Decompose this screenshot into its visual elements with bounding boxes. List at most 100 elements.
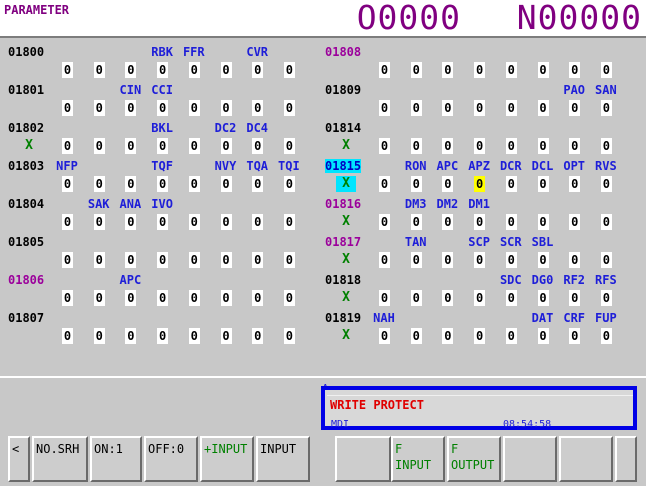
softkey-f-output[interactable]: F OUTPUT bbox=[447, 436, 501, 482]
bit-value[interactable]: 0 bbox=[157, 138, 169, 154]
param-number[interactable]: 01817 bbox=[325, 235, 361, 249]
bit-value[interactable]: 0 bbox=[157, 328, 169, 344]
bit-value[interactable]: 0 bbox=[537, 252, 549, 268]
bit-value[interactable]: 0 bbox=[125, 328, 137, 344]
bit-value[interactable]: 0 bbox=[252, 214, 264, 230]
bit-value[interactable]: 0 bbox=[379, 62, 390, 78]
bit-value[interactable]: 0 bbox=[442, 214, 454, 230]
bit-value[interactable]: 0 bbox=[283, 214, 295, 230]
bit-value[interactable]: 0 bbox=[252, 62, 264, 78]
bit-value[interactable]: 0 bbox=[283, 176, 295, 192]
bit-value[interactable]: 0 bbox=[537, 100, 549, 116]
bit-value[interactable]: 0 bbox=[188, 176, 200, 192]
bit-value[interactable]: 0 bbox=[600, 252, 612, 268]
bit-value[interactable]: 0 bbox=[220, 252, 232, 268]
bit-value[interactable]: 0 bbox=[537, 214, 549, 230]
bit-value[interactable]: 0 bbox=[442, 328, 454, 344]
bit-value[interactable]: 0 bbox=[125, 290, 137, 306]
bit-value[interactable]: 0 bbox=[410, 62, 422, 78]
bit-value[interactable]: 0 bbox=[474, 290, 486, 306]
bit-value[interactable]: 0 bbox=[537, 62, 549, 78]
bit-value[interactable]: 0 bbox=[252, 328, 264, 344]
bit-value[interactable]: 0 bbox=[505, 138, 517, 154]
bit-value[interactable]: 0 bbox=[600, 328, 612, 344]
bit-value[interactable]: 0 bbox=[569, 214, 581, 230]
bit-value[interactable]: 0 bbox=[569, 290, 581, 306]
bit-value[interactable]: 0 bbox=[379, 138, 390, 154]
bit-value[interactable]: 0 bbox=[62, 214, 73, 230]
bit-value[interactable]: 0 bbox=[379, 214, 390, 230]
bit-value[interactable]: 0 bbox=[474, 328, 486, 344]
bit-value[interactable]: 0 bbox=[283, 100, 295, 116]
bit-value[interactable]: 0 bbox=[157, 290, 169, 306]
bit-value[interactable]: 0 bbox=[410, 100, 422, 116]
bit-value[interactable]: 0 bbox=[93, 214, 105, 230]
bit-value[interactable]: 0 bbox=[442, 62, 454, 78]
bit-value[interactable]: 0 bbox=[220, 328, 232, 344]
bit-value[interactable]: 0 bbox=[125, 100, 137, 116]
softkey-next[interactable] bbox=[615, 436, 637, 482]
bit-value[interactable]: 0 bbox=[220, 100, 232, 116]
bit-value[interactable]: 0 bbox=[220, 62, 232, 78]
bit-value[interactable]: 0 bbox=[125, 176, 137, 192]
bit-value[interactable]: 0 bbox=[188, 252, 200, 268]
bit-value[interactable]: 0 bbox=[283, 138, 295, 154]
bit-value[interactable]: 0 bbox=[410, 214, 422, 230]
param-number[interactable]: 01800 bbox=[8, 45, 44, 59]
bit-value[interactable]: 0 bbox=[188, 62, 200, 78]
bit-value[interactable]: 0 bbox=[569, 62, 581, 78]
bit-value[interactable]: 0 bbox=[600, 138, 612, 154]
bit-value[interactable]: 0 bbox=[410, 176, 422, 192]
bit-value[interactable]: 0 bbox=[537, 176, 549, 192]
bit-value[interactable]: 0 bbox=[505, 328, 517, 344]
bit-value[interactable]: 0 bbox=[157, 176, 169, 192]
param-number[interactable]: 01805 bbox=[8, 235, 44, 249]
param-number[interactable]: 01808 bbox=[325, 45, 361, 59]
bit-value[interactable]: 0 bbox=[600, 214, 612, 230]
param-number[interactable]: 01803 bbox=[8, 159, 44, 173]
bit-value[interactable]: 0 bbox=[125, 62, 137, 78]
bit-value[interactable]: 0 bbox=[62, 62, 73, 78]
bit-value[interactable]: 0 bbox=[569, 252, 581, 268]
bit-value[interactable]: 0 bbox=[379, 176, 390, 192]
bit-value[interactable]: 0 bbox=[252, 252, 264, 268]
bit-value[interactable]: 0 bbox=[283, 62, 295, 78]
bit-value[interactable]: 0 bbox=[410, 138, 422, 154]
softkey-on1[interactable]: ON:1 bbox=[90, 436, 142, 482]
bit-value[interactable]: 0 bbox=[442, 176, 454, 192]
bit-value[interactable]: 0 bbox=[600, 290, 612, 306]
param-number[interactable]: 01819 bbox=[325, 311, 361, 325]
param-number[interactable]: 01806 bbox=[8, 273, 44, 287]
bit-value[interactable]: 0 bbox=[474, 62, 486, 78]
bit-value[interactable]: 0 bbox=[442, 252, 454, 268]
bit-value[interactable]: 0 bbox=[474, 214, 486, 230]
bit-value[interactable]: 0 bbox=[93, 176, 105, 192]
bit-value[interactable]: 0 bbox=[93, 328, 105, 344]
bit-value[interactable]: 0 bbox=[442, 100, 454, 116]
bit-value[interactable]: 0 bbox=[125, 138, 137, 154]
bit-value[interactable]: 0 bbox=[157, 100, 169, 116]
bit-value[interactable]: 0 bbox=[505, 62, 517, 78]
bit-value[interactable]: 0 bbox=[442, 290, 454, 306]
bit-value[interactable]: 0 bbox=[125, 214, 137, 230]
bit-value[interactable]: 0 bbox=[569, 100, 581, 116]
bit-value[interactable]: 0 bbox=[537, 290, 549, 306]
bit-value[interactable]: 0 bbox=[569, 138, 581, 154]
bit-value[interactable]: 0 bbox=[474, 100, 486, 116]
softkey-blank2[interactable] bbox=[503, 436, 557, 482]
bit-value[interactable]: 0 bbox=[62, 176, 73, 192]
bit-value[interactable]: 0 bbox=[188, 290, 200, 306]
bit-value[interactable]: 0 bbox=[252, 138, 264, 154]
bit-value[interactable]: 0 bbox=[252, 290, 264, 306]
bit-value[interactable]: 0 bbox=[125, 252, 137, 268]
bit-value[interactable]: 0 bbox=[220, 214, 232, 230]
softkey-input[interactable]: INPUT bbox=[256, 436, 310, 482]
bit-value[interactable]: 0 bbox=[474, 138, 486, 154]
softkey-blank3[interactable] bbox=[559, 436, 613, 482]
bit-value[interactable]: 0 bbox=[283, 328, 295, 344]
bit-value[interactable]: 0 bbox=[62, 100, 73, 116]
bit-value[interactable]: 0 bbox=[600, 62, 612, 78]
bit-value[interactable]: 0 bbox=[188, 138, 200, 154]
bit-value[interactable]: 0 bbox=[157, 62, 169, 78]
bit-value[interactable]: 0 bbox=[157, 214, 169, 230]
